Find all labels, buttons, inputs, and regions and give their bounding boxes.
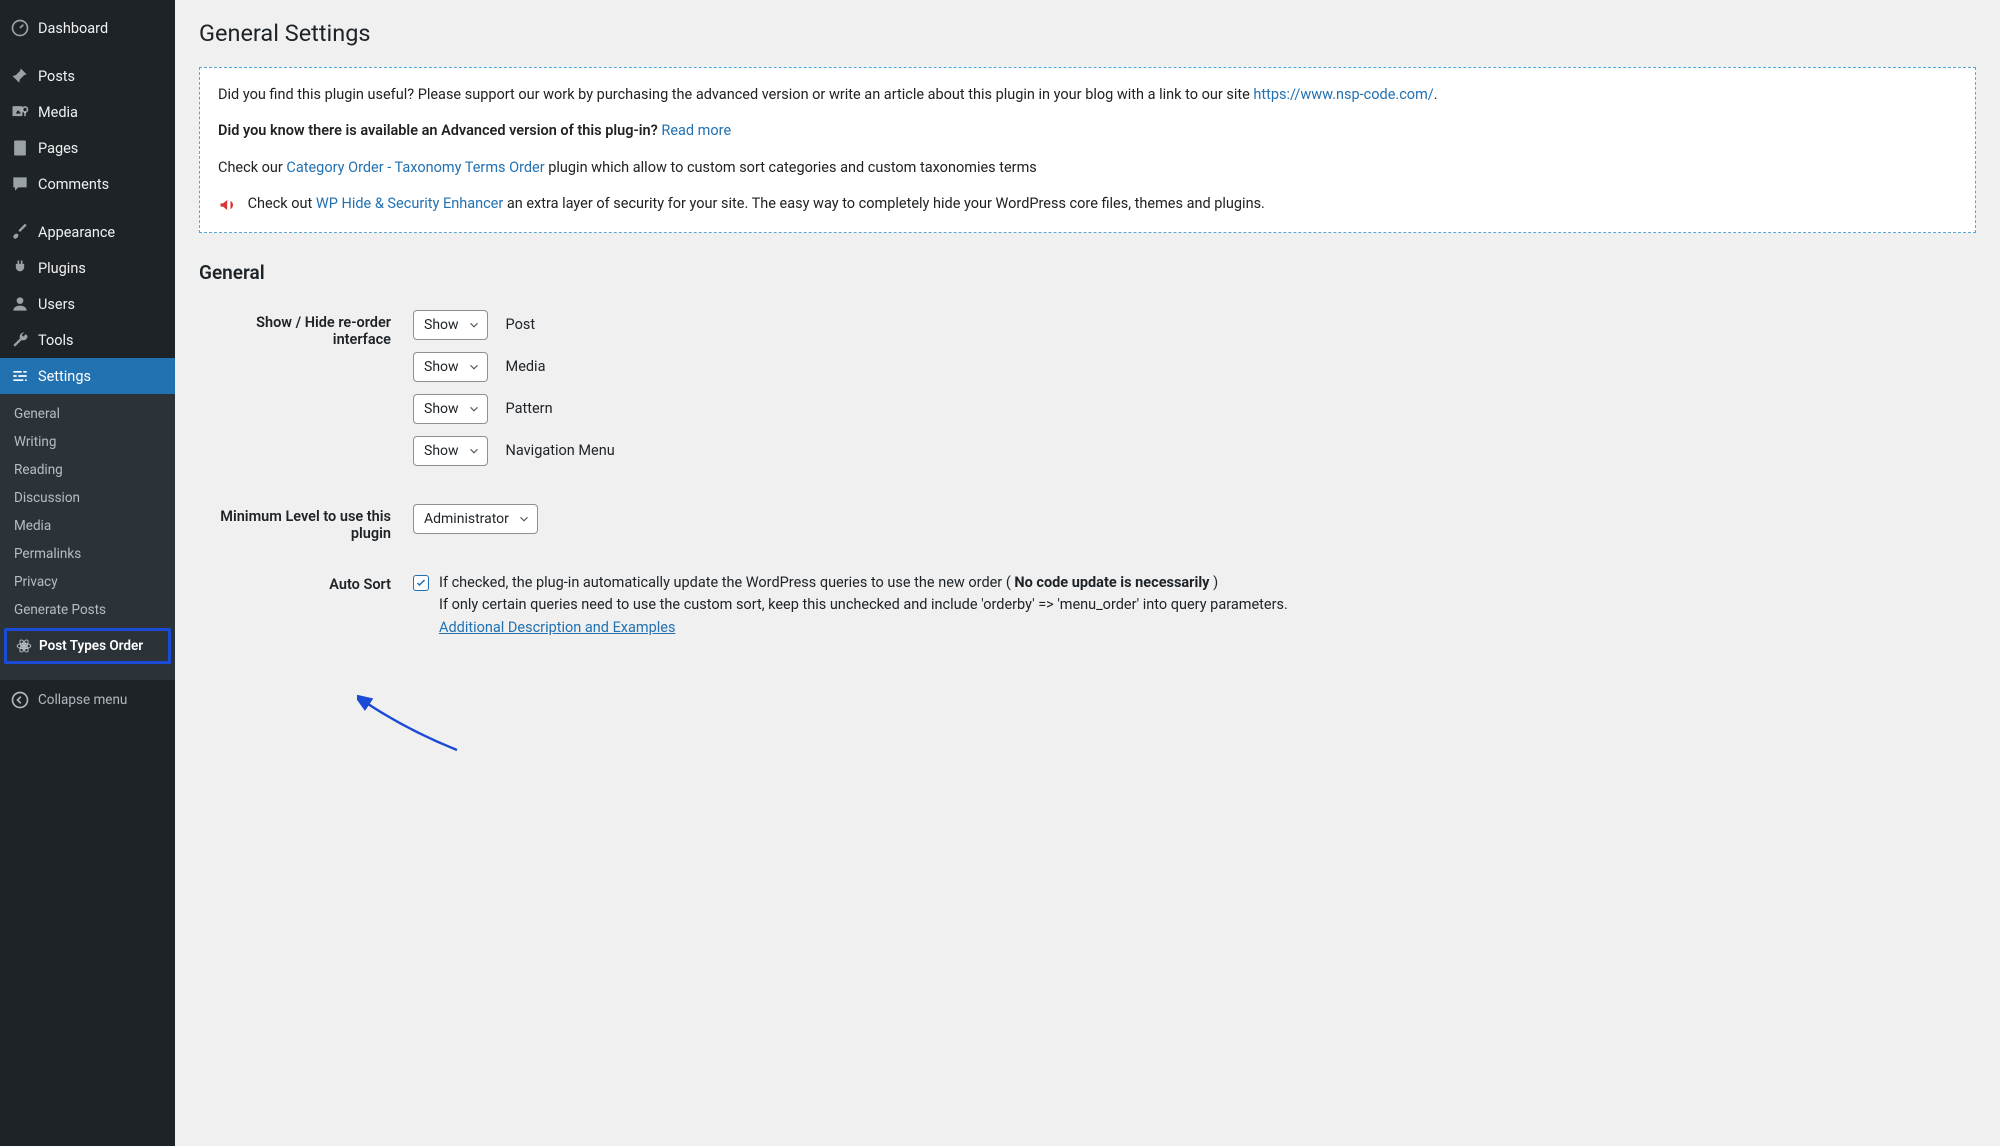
collapse-menu-button[interactable]: Collapse menu xyxy=(0,680,175,720)
submenu-privacy[interactable]: Privacy xyxy=(0,568,175,596)
category-order-link[interactable]: Category Order - Taxonomy Terms Order xyxy=(286,159,544,176)
notice-line-3: Check our Category Order - Taxonomy Term… xyxy=(218,157,1957,179)
notice-line-2: Did you know there is available an Advan… xyxy=(218,120,1957,142)
sidebar-item-pages[interactable]: Pages xyxy=(0,130,175,166)
sidebar-label: Collapse menu xyxy=(38,692,127,708)
sidebar-label: Dashboard xyxy=(38,20,108,37)
section-heading: General xyxy=(199,261,1976,284)
submenu-discussion[interactable]: Discussion xyxy=(0,484,175,512)
sidebar-label: Post Types Order xyxy=(39,638,143,654)
field-label-min-level: Minimum Level to use this plugin xyxy=(201,498,411,564)
nsp-code-link[interactable]: https://www.nsp-code.com/ xyxy=(1253,86,1433,103)
sidebar-label: Tools xyxy=(38,332,74,349)
wp-hide-link[interactable]: WP Hide & Security Enhancer xyxy=(316,195,503,212)
submenu-reading[interactable]: Reading xyxy=(0,456,175,484)
submenu-writing[interactable]: Writing xyxy=(0,428,175,456)
select-label: Navigation Menu xyxy=(506,442,615,459)
sidebar-item-tools[interactable]: Tools xyxy=(0,322,175,358)
select-media[interactable]: Show xyxy=(413,352,488,382)
sidebar-item-media[interactable]: Media xyxy=(0,94,175,130)
sidebar-item-settings[interactable]: Settings xyxy=(0,358,175,394)
sidebar-item-appearance[interactable]: Appearance xyxy=(0,214,175,250)
sidebar-label: Appearance xyxy=(38,224,115,241)
wrench-icon xyxy=(10,330,30,350)
auto-sort-checkbox[interactable] xyxy=(413,575,429,591)
sidebar-label: Users xyxy=(38,296,75,313)
select-min-level[interactable]: Administrator xyxy=(413,504,538,534)
select-label: Pattern xyxy=(506,400,553,417)
sidebar-label: Media xyxy=(38,104,78,121)
sliders-icon xyxy=(10,366,30,386)
highlight-annotation: Post Types Order xyxy=(4,628,171,664)
page-title: General Settings xyxy=(199,10,1976,51)
settings-submenu: General Writing Reading Discussion Media… xyxy=(0,394,175,680)
sidebar-label: Comments xyxy=(38,176,109,193)
chevron-down-icon xyxy=(467,444,481,458)
atom-icon xyxy=(15,637,33,655)
sidebar-label: Plugins xyxy=(38,260,86,277)
sidebar-label: Settings xyxy=(38,368,91,385)
select-pattern[interactable]: Show xyxy=(413,394,488,424)
field-label-auto-sort: Auto Sort xyxy=(201,566,411,669)
sidebar-item-posts[interactable]: Posts xyxy=(0,58,175,94)
chevron-down-icon xyxy=(467,318,481,332)
select-label: Post xyxy=(506,316,536,333)
admin-sidebar: Dashboard Posts Media Pages Comments App… xyxy=(0,0,175,1146)
read-more-link[interactable]: Read more xyxy=(661,122,731,139)
additional-description-link[interactable]: Additional Description and Examples xyxy=(439,619,675,636)
main-content: General Settings Did you find this plugi… xyxy=(175,0,2000,1146)
bullhorn-icon xyxy=(218,195,238,215)
notice-line-4: Check out WP Hide & Security Enhancer an… xyxy=(218,193,1957,215)
sidebar-label: Posts xyxy=(38,68,75,85)
submenu-generate-posts[interactable]: Generate Posts xyxy=(0,596,175,624)
sidebar-item-dashboard[interactable]: Dashboard xyxy=(0,10,175,46)
sidebar-item-comments[interactable]: Comments xyxy=(0,166,175,202)
sidebar-item-plugins[interactable]: Plugins xyxy=(0,250,175,286)
select-label: Media xyxy=(506,358,546,375)
chevron-down-icon xyxy=(467,402,481,416)
page-icon xyxy=(10,138,30,158)
field-label-show-hide: Show / Hide re-order interface xyxy=(201,304,411,496)
auto-sort-description: If checked, the plug-in automatically up… xyxy=(439,572,1288,639)
notice-line-1: Did you find this plugin useful? Please … xyxy=(218,84,1957,106)
sidebar-item-users[interactable]: Users xyxy=(0,286,175,322)
submenu-general[interactable]: General xyxy=(0,400,175,428)
brush-icon xyxy=(10,222,30,242)
select-nav-menu[interactable]: Show xyxy=(413,436,488,466)
submenu-permalinks[interactable]: Permalinks xyxy=(0,540,175,568)
submenu-post-types-order[interactable]: Post Types Order xyxy=(7,631,168,661)
plug-icon xyxy=(10,258,30,278)
user-icon xyxy=(10,294,30,314)
collapse-icon xyxy=(10,690,30,710)
select-post[interactable]: Show xyxy=(413,310,488,340)
media-icon xyxy=(10,102,30,122)
dashboard-icon xyxy=(10,18,30,38)
chevron-down-icon xyxy=(517,512,531,526)
plugin-notice: Did you find this plugin useful? Please … xyxy=(199,67,1976,233)
comment-icon xyxy=(10,174,30,194)
submenu-media[interactable]: Media xyxy=(0,512,175,540)
sidebar-label: Pages xyxy=(38,140,78,157)
pin-icon xyxy=(10,66,30,86)
chevron-down-icon xyxy=(467,360,481,374)
annotation-arrow xyxy=(357,690,467,760)
settings-form: Show / Hide re-order interface Show Post… xyxy=(199,302,1976,671)
